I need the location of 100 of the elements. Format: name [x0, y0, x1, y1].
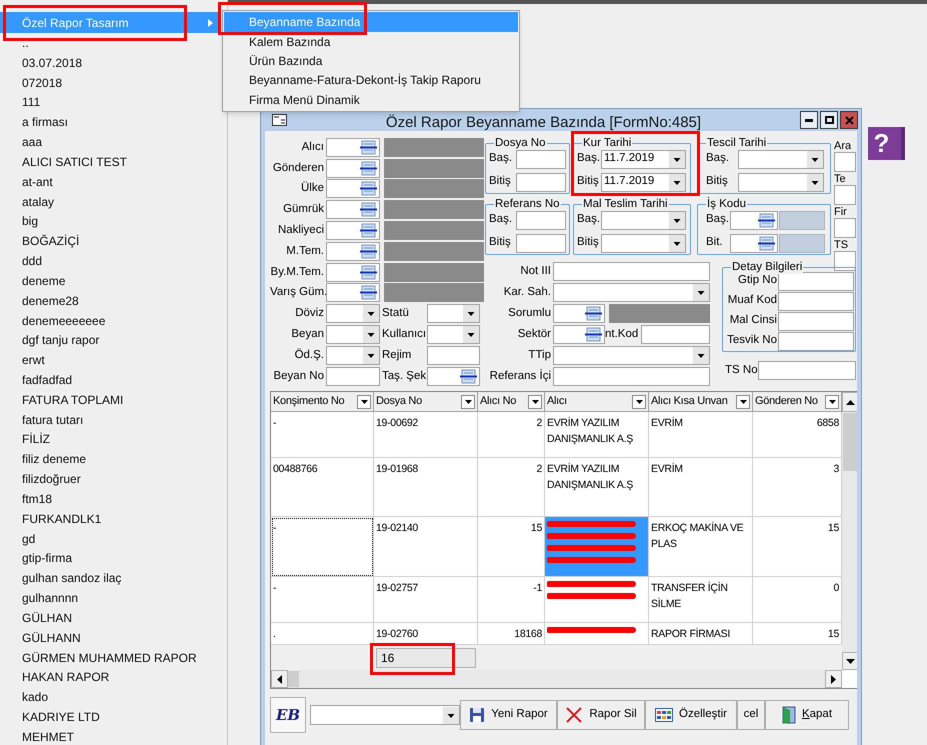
column-header[interactable]: Dosya No [374, 392, 478, 412]
combo-box[interactable] [310, 705, 460, 725]
toolbar-button[interactable]: Kapat [765, 700, 849, 730]
menu-item[interactable]: denemeeeeeee [0, 310, 219, 330]
column-header[interactable]: Alıcı Kısa Unvan [649, 392, 753, 412]
logo-button[interactable]: EB [270, 697, 306, 733]
list-icon[interactable] [460, 369, 477, 384]
text-field[interactable] [516, 172, 566, 192]
menu-item[interactable]: gulhannnn [0, 588, 219, 608]
text-field[interactable] [516, 150, 566, 168]
menu-item[interactable]: GÜRMEN MUHAMMED RAPOR [0, 648, 219, 668]
menu-item[interactable]: dgf tanju rapor [0, 330, 219, 350]
text-field[interactable] [516, 210, 566, 230]
combo-box[interactable]: 11.7.2019 [601, 172, 686, 192]
text-field[interactable] [326, 367, 380, 386]
text-field[interactable] [834, 185, 856, 205]
lookup-field[interactable] [730, 234, 778, 252]
lookup-field[interactable] [326, 138, 380, 157]
menu-item[interactable]: FİLİZ [0, 430, 219, 450]
combo-box[interactable] [738, 172, 824, 192]
combo-box[interactable] [601, 210, 686, 230]
menu-item[interactable]: Beyanname-Fatura-Dekont-İş Takip Raporu [224, 70, 518, 90]
menu-item[interactable]: MEHMET [0, 726, 219, 745]
menu-item[interactable]: deneme [0, 270, 219, 291]
menu-item[interactable]: HAKAN RAPOR [0, 668, 219, 688]
menu-item[interactable]: 072018 [0, 72, 219, 92]
combo-box[interactable] [326, 325, 380, 344]
list-icon[interactable] [360, 264, 377, 280]
lookup-field[interactable] [326, 242, 380, 261]
menu-item[interactable]: filiz deneme [0, 449, 219, 470]
combo-box[interactable] [601, 234, 686, 252]
menu-item[interactable]: ALICI SATICI TEST [0, 152, 219, 172]
text-field[interactable] [834, 152, 856, 172]
close-button[interactable] [840, 111, 858, 129]
toolbar-button[interactable]: Rapor Sil [557, 700, 645, 730]
lookup-field[interactable] [427, 367, 480, 386]
menu-item[interactable]: fadfadfad [0, 370, 219, 390]
list-icon[interactable] [360, 285, 377, 300]
filter-button[interactable] [461, 394, 475, 408]
menu-item[interactable]: ftm18 [0, 489, 219, 509]
combo-box[interactable] [427, 304, 480, 324]
text-field[interactable] [516, 234, 566, 252]
horizontal-scrollbar[interactable] [271, 670, 842, 688]
combo-box[interactable]: 11.7.2019 [601, 150, 686, 168]
text-field[interactable] [778, 292, 854, 310]
combo-box[interactable] [326, 346, 380, 366]
menu-item[interactable]: aaa [0, 132, 219, 152]
scroll-left-button[interactable] [271, 670, 288, 688]
menu-item[interactable]: atalay [0, 192, 219, 212]
list-icon[interactable] [360, 244, 377, 259]
text-field[interactable] [641, 325, 710, 344]
menu-item[interactable]: gtip-firma [0, 548, 219, 568]
toolbar-button[interactable]: cel [737, 700, 765, 730]
column-header[interactable]: Alıcı No [478, 392, 545, 412]
menu-item[interactable]: a firması [0, 112, 219, 132]
list-icon[interactable] [585, 306, 602, 321]
filter-button[interactable] [632, 394, 646, 408]
column-header[interactable]: Konşimento No [271, 392, 374, 412]
text-field[interactable] [834, 251, 856, 271]
maximize-button[interactable] [820, 111, 838, 129]
lookup-field[interactable] [326, 200, 380, 220]
menu-item[interactable]: erwt [0, 350, 219, 370]
scroll-down-button[interactable] [842, 652, 857, 670]
menu-item[interactable]: Firma Menü Dinamik [224, 90, 518, 110]
menu-item[interactable]: Kalem Bazında [224, 32, 518, 52]
menu-item[interactable]: GÜLHANN [0, 628, 219, 648]
menu-item[interactable]: Ürün Bazında [224, 51, 518, 71]
vertical-scrollbar[interactable] [842, 392, 857, 670]
menu-item[interactable]: KADRIYE LTD [0, 707, 219, 727]
list-icon[interactable] [360, 181, 377, 196]
menu-item[interactable]: filizdoğruer [0, 469, 219, 490]
menu-item[interactable]: big [0, 211, 219, 232]
filter-button[interactable] [736, 394, 750, 408]
menu-item[interactable]: ddd [0, 251, 219, 271]
text-field[interactable] [778, 332, 854, 350]
lookup-field[interactable] [326, 179, 380, 198]
list-icon[interactable] [585, 327, 602, 342]
text-field[interactable] [834, 218, 856, 238]
lookup-field[interactable] [553, 304, 605, 323]
filter-button[interactable] [528, 394, 542, 408]
list-icon[interactable] [360, 202, 377, 218]
scroll-thumb[interactable] [288, 671, 299, 687]
combo-box[interactable] [427, 325, 480, 344]
column-header[interactable]: Alıcı [545, 392, 649, 412]
menu-item[interactable]: .. [0, 33, 219, 53]
list-icon[interactable] [758, 236, 775, 250]
menu-item[interactable]: FATURA TOPLAMI [0, 390, 219, 410]
list-icon[interactable] [360, 140, 377, 155]
help-button[interactable]: ? [868, 127, 905, 160]
scroll-up-button[interactable] [842, 392, 857, 412]
menu-item[interactable]: fatura tutarı [0, 410, 219, 430]
menu-item[interactable]: BOĞAZİÇİ [0, 231, 219, 252]
lookup-field[interactable] [326, 221, 380, 240]
menu-item[interactable]: kado [0, 687, 219, 708]
menu-item[interactable]: at-ant [0, 172, 219, 192]
list-icon[interactable] [360, 160, 377, 176]
text-field[interactable] [553, 262, 710, 281]
lookup-field[interactable] [326, 158, 380, 178]
menu-item[interactable]: deneme28 [0, 290, 219, 311]
text-field[interactable] [553, 367, 710, 386]
